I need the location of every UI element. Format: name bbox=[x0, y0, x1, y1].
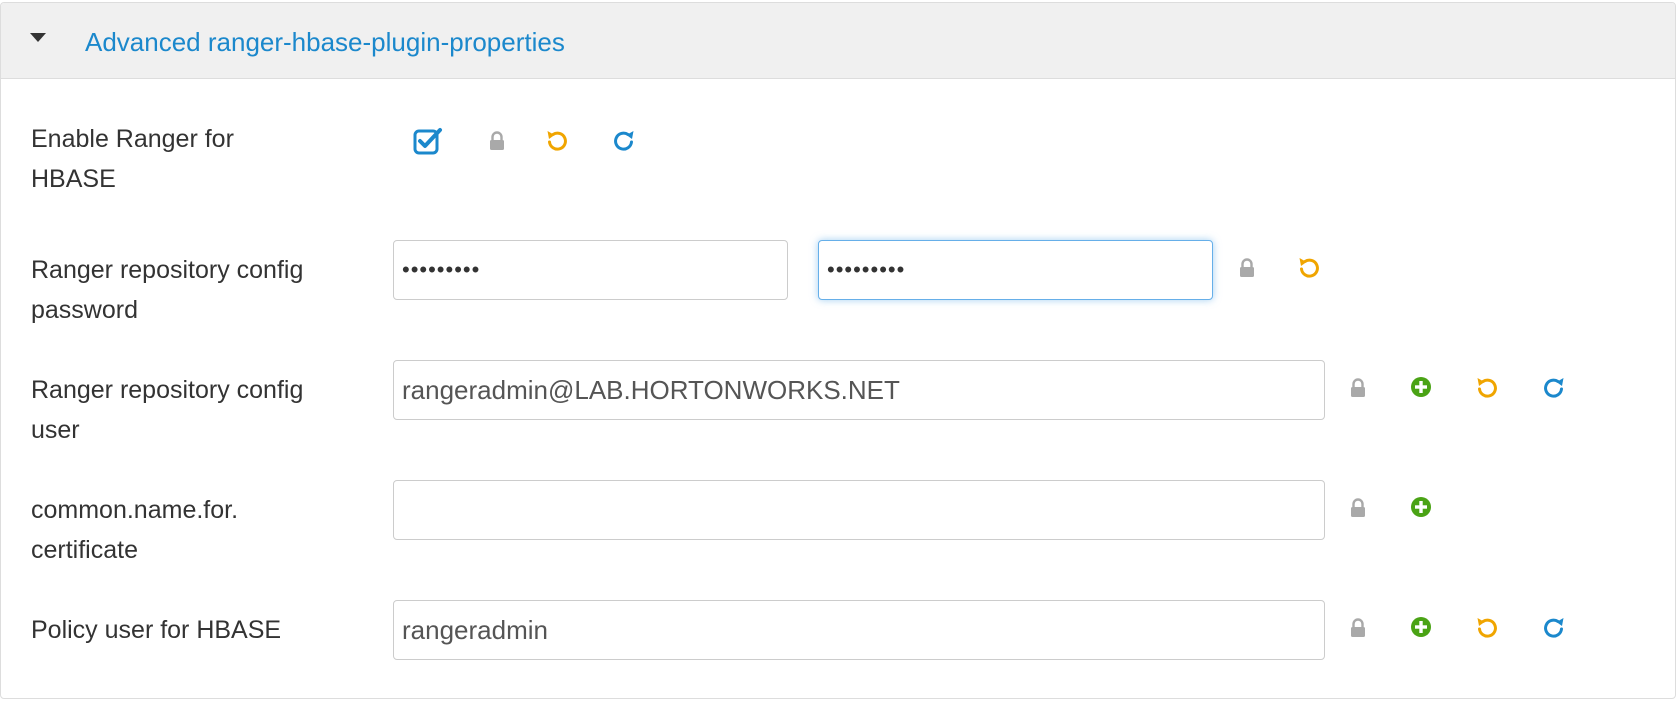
undo-icon[interactable] bbox=[545, 128, 569, 152]
lock-icon bbox=[1239, 258, 1255, 278]
section-title[interactable]: Advanced ranger-hbase-plugin-properties bbox=[85, 25, 565, 59]
property-row-repo-password: Ranger repository config password bbox=[1, 198, 1675, 324]
property-label: Enable Ranger for HBASE bbox=[31, 119, 234, 199]
refresh-icon[interactable] bbox=[612, 128, 636, 152]
undo-icon[interactable] bbox=[1475, 615, 1499, 639]
property-row-common-name: common.name.for. certificate bbox=[1, 438, 1675, 564]
property-label-line: common.name.for. bbox=[31, 496, 239, 524]
plus-circle-icon[interactable] bbox=[1410, 376, 1432, 398]
common-name-input[interactable] bbox=[393, 480, 1325, 540]
undo-icon[interactable] bbox=[1475, 375, 1499, 399]
property-label: Policy user for HBASE bbox=[31, 610, 281, 650]
policy-user-input[interactable] bbox=[393, 600, 1325, 660]
lock-icon bbox=[1350, 498, 1366, 518]
plus-circle-icon[interactable] bbox=[1410, 496, 1432, 518]
property-row-enable-ranger: Enable Ranger for HBASE bbox=[1, 78, 1675, 198]
refresh-icon[interactable] bbox=[1542, 615, 1566, 639]
property-row-repo-user: Ranger repository config user bbox=[1, 318, 1675, 444]
refresh-icon[interactable] bbox=[1542, 375, 1566, 399]
undo-icon[interactable] bbox=[1297, 255, 1321, 279]
property-label-line: Policy user for HBASE bbox=[31, 616, 282, 644]
config-section-panel: Advanced ranger-hbase-plugin-properties … bbox=[0, 2, 1676, 699]
lock-icon bbox=[1350, 378, 1366, 398]
property-label-line: HBASE bbox=[31, 165, 116, 193]
lock-icon bbox=[1350, 618, 1366, 638]
section-header[interactable]: Advanced ranger-hbase-plugin-properties bbox=[1, 3, 1675, 79]
password-confirm-input[interactable] bbox=[818, 240, 1213, 300]
property-label-line: Enable Ranger for bbox=[31, 125, 234, 153]
caret-down-icon[interactable] bbox=[30, 33, 46, 42]
property-label-line: Ranger repository config bbox=[31, 376, 304, 404]
repo-user-input[interactable] bbox=[393, 360, 1325, 420]
plus-circle-icon[interactable] bbox=[1410, 616, 1432, 638]
checkbox-checked-icon[interactable] bbox=[413, 126, 443, 156]
lock-icon bbox=[489, 131, 505, 151]
property-row-policy-user: Policy user for HBASE bbox=[1, 558, 1675, 678]
property-label-line: Ranger repository config bbox=[31, 256, 304, 284]
password-input[interactable] bbox=[393, 240, 788, 300]
